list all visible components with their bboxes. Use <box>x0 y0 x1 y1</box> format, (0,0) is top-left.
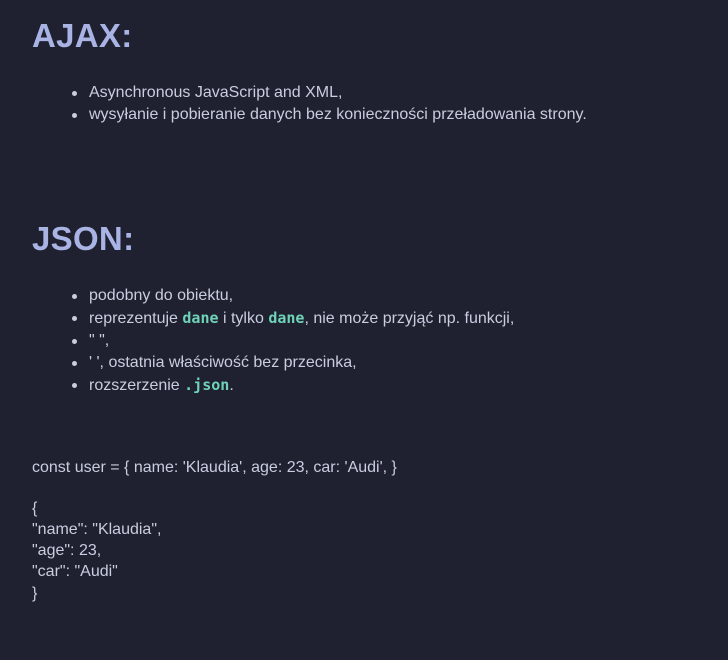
list-item: " ", <box>0 330 514 352</box>
json-example-line: "age": 23, <box>32 542 102 559</box>
json-bullet-list: podobny do obiektu, reprezentuje dane i … <box>0 285 514 397</box>
list-item: reprezentuje dane i tylko dane, nie może… <box>0 307 514 330</box>
inline-code: dane <box>268 309 305 327</box>
json-example-line: { <box>32 500 38 517</box>
ajax-bullet-list: Asynchronous JavaScript and XML, wysyłan… <box>0 82 587 126</box>
list-item: Asynchronous JavaScript and XML, <box>0 82 587 104</box>
list-item: wysyłanie i pobieranie danych bez koniec… <box>0 104 587 126</box>
inline-code: dane <box>182 309 219 327</box>
inline-code: .json <box>184 376 230 394</box>
json-example-line: "name": "Klaudia", <box>32 521 162 538</box>
list-item: ' ', ostatnia właściwość bez przecinka, <box>0 352 514 374</box>
list-item: rozszerzenie .json. <box>0 374 514 397</box>
list-item-text: . <box>229 377 234 394</box>
list-item: podobny do obiektu, <box>0 285 514 307</box>
list-item-text: , nie może przyjąć np. funkcji, <box>304 310 515 327</box>
json-heading: JSON: <box>32 220 135 257</box>
list-item-text: rozszerzenie <box>89 377 185 394</box>
js-object-example: const user = { name: 'Klaudia', age: 23,… <box>32 459 397 476</box>
json-example-line: } <box>32 585 38 602</box>
list-item-text: i tylko <box>218 310 269 327</box>
json-example-line: "car": "Audi" <box>32 563 118 580</box>
list-item-text: reprezentuje <box>89 310 183 327</box>
ajax-heading: AJAX: <box>32 17 133 54</box>
